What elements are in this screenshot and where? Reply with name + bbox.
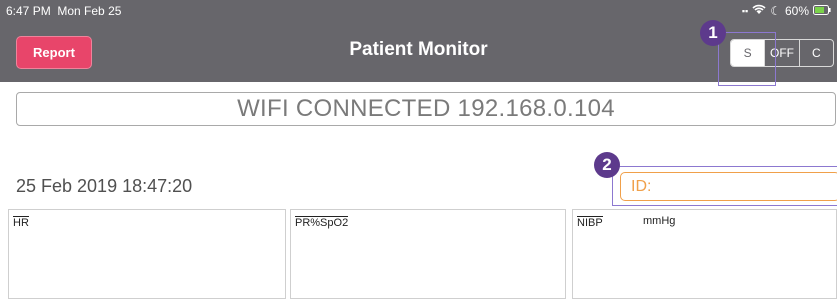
status-right: ▪▪ ☾ 60%: [742, 4, 831, 18]
status-bar: 6:47 PM Mon Feb 25 ▪▪ ☾ 60%: [0, 0, 837, 22]
moon-icon: ☾: [770, 4, 781, 18]
status-time: 6:47 PM Mon Feb 25: [6, 4, 122, 18]
hr-panel: HR: [8, 209, 286, 299]
callout-badge-2: 2: [594, 152, 620, 178]
hr-label: HR: [13, 216, 29, 229]
wifi-icon: [752, 4, 766, 18]
callout-box-1: [718, 32, 776, 86]
battery-percent: 60%: [784, 4, 809, 18]
nibp-panel: NIBP mmHg: [572, 209, 837, 299]
callout-badge-1: 1: [700, 20, 726, 46]
nibp-label: NIBP: [577, 216, 603, 229]
spo2-label: PR%SpO2: [295, 216, 349, 229]
patient-id-field[interactable]: ID:: [620, 172, 837, 201]
battery-charging-icon: [813, 4, 831, 18]
wifi-status-banner: WIFI CONNECTED 192.168.0.104: [16, 92, 836, 126]
nibp-unit: mmHg: [643, 215, 676, 227]
datetime-label: 25 Feb 2019 18:47:20: [16, 176, 193, 196]
signal-icon: ▪▪: [741, 6, 749, 16]
spo2-panel: PR%SpO2: [290, 209, 566, 299]
segment-c[interactable]: C: [798, 40, 833, 66]
